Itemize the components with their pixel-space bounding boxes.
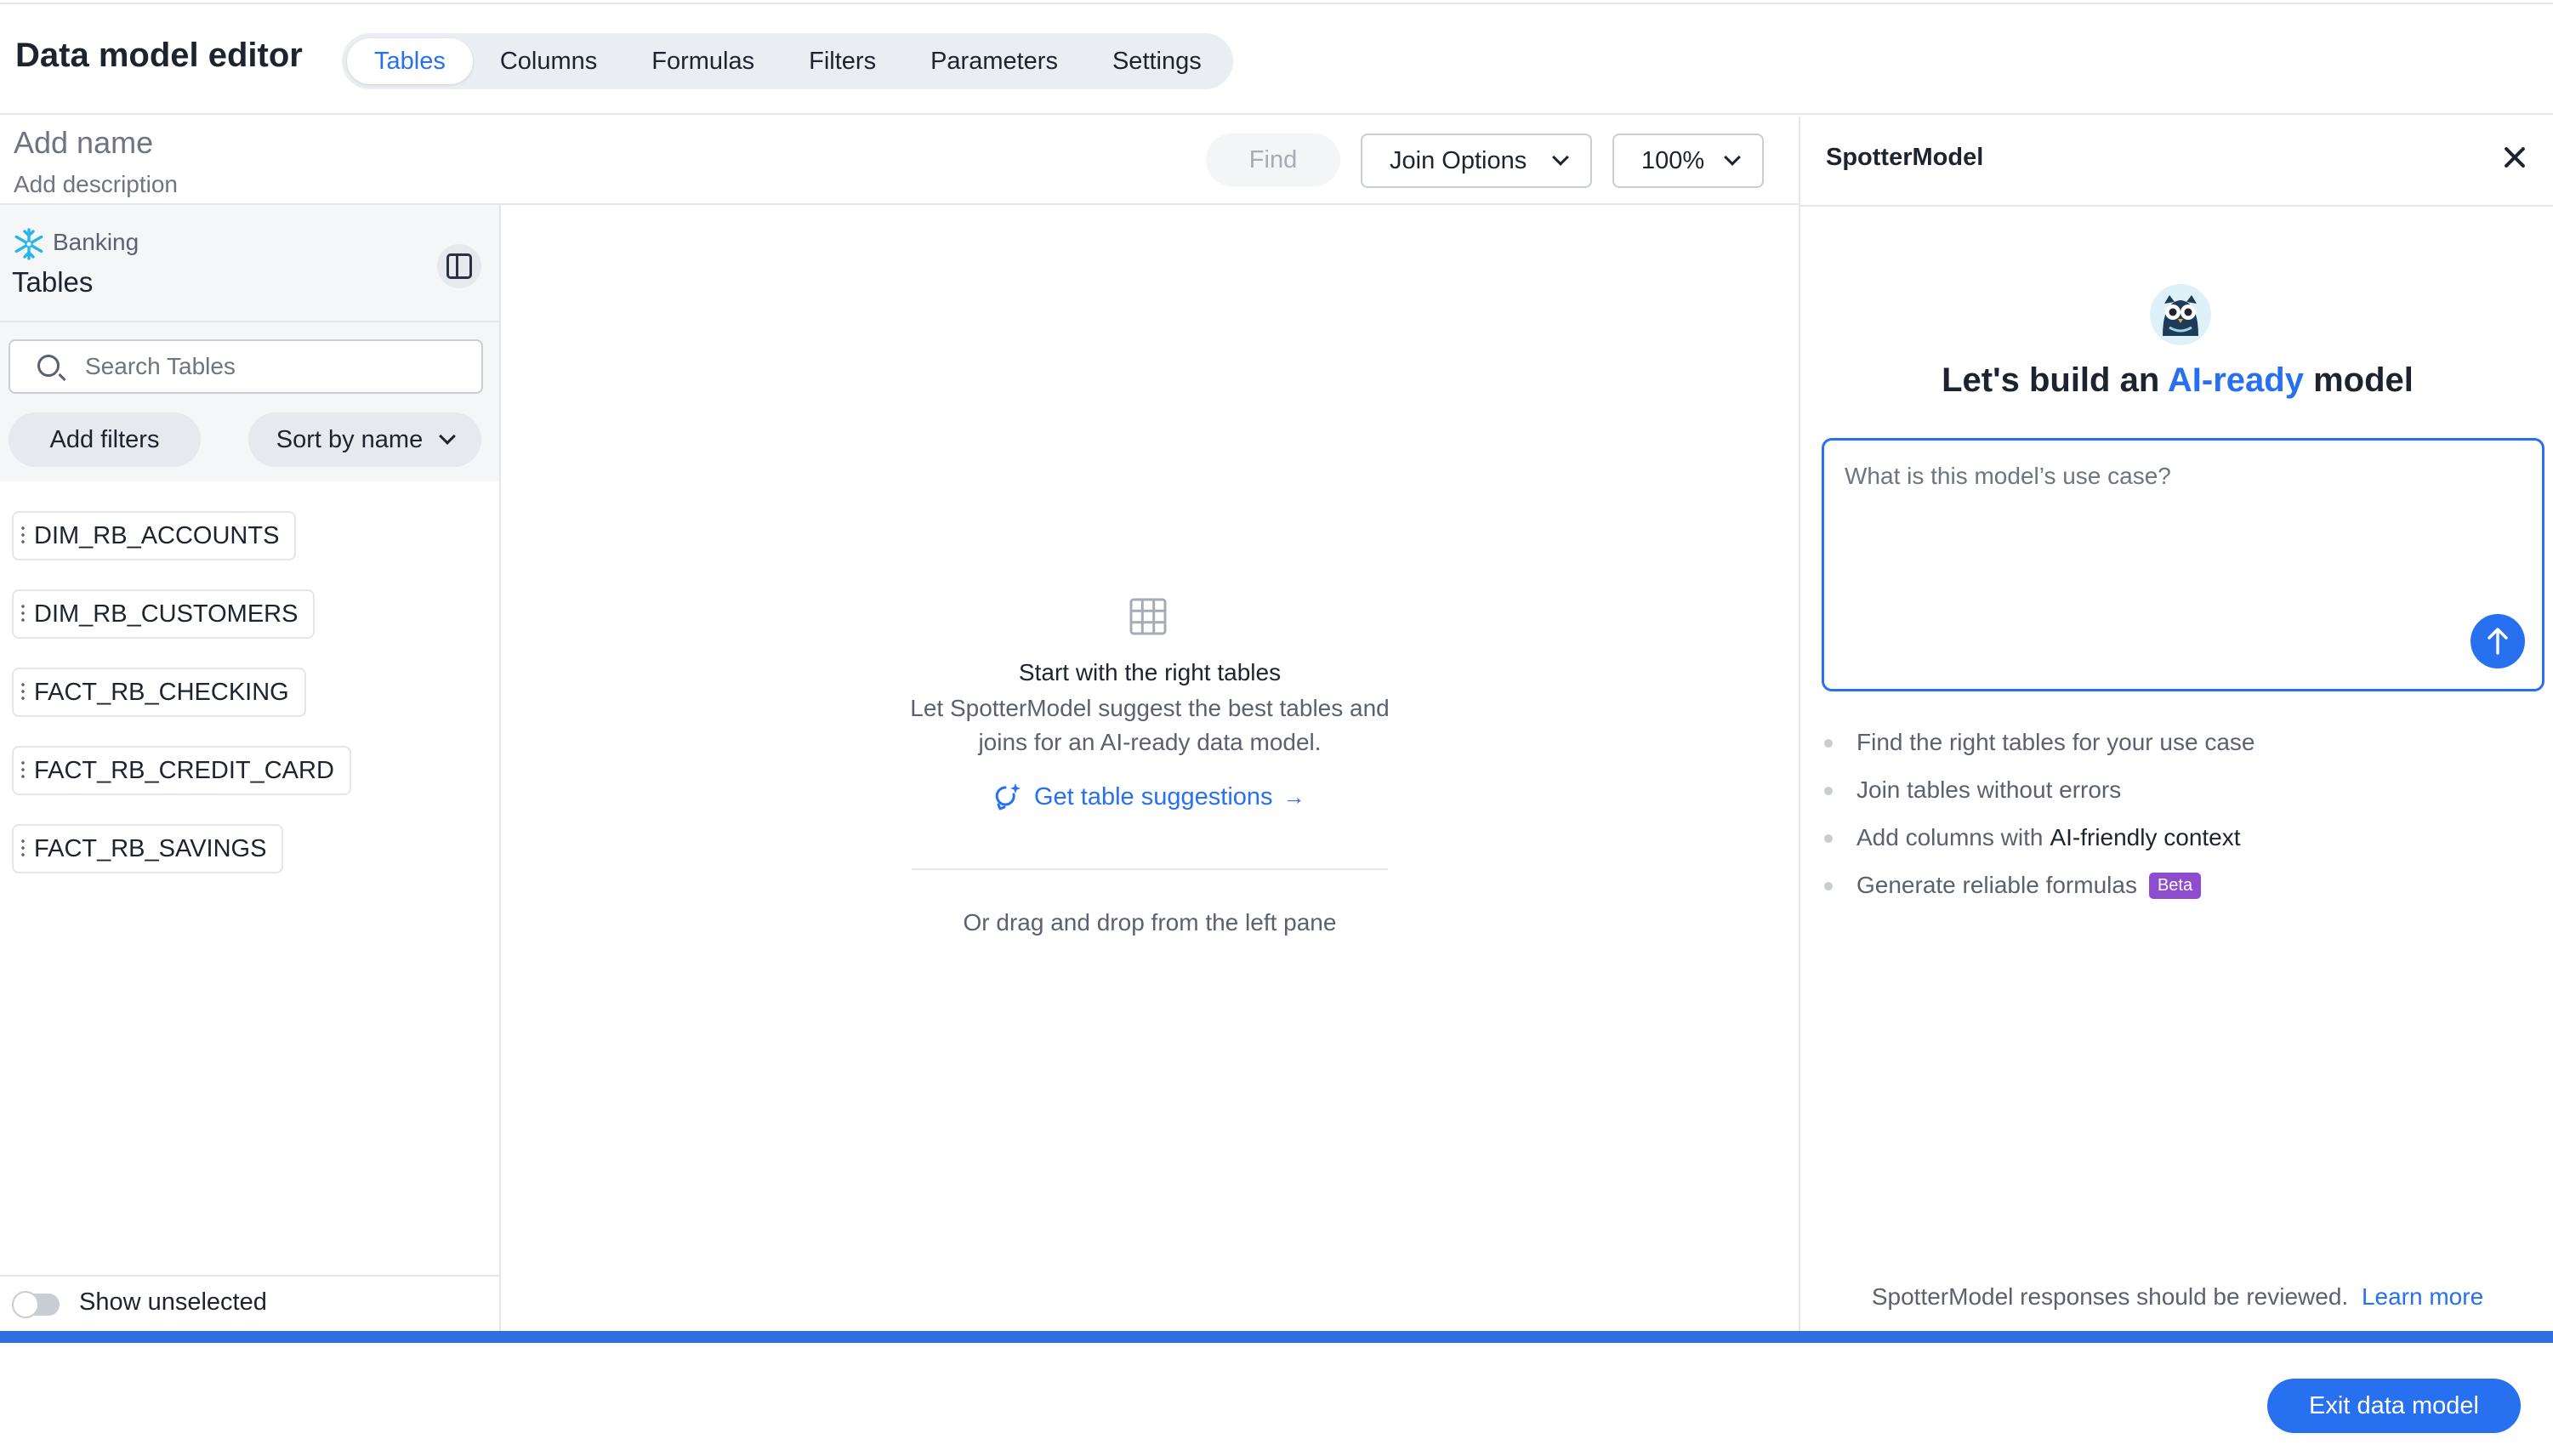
table-name: DIM_RB_ACCOUNTS — [34, 521, 280, 549]
chevron-down-icon — [1552, 149, 1569, 166]
arrow-up-icon — [2488, 628, 2508, 655]
join-options-label: Join Options — [1390, 146, 1527, 174]
headline-text: Let's build an — [1942, 361, 2160, 399]
list-item: Join tables without errors — [1822, 766, 2537, 814]
headline-accent: AI-ready — [2167, 361, 2304, 399]
zoom-dropdown[interactable]: 100% — [1612, 134, 1764, 188]
table-item[interactable]: FACT_RB_SAVINGS — [12, 824, 284, 873]
table-item[interactable]: FACT_RB_CHECKING — [12, 668, 306, 717]
drag-handle-icon[interactable] — [20, 681, 26, 703]
search-input[interactable] — [85, 350, 459, 384]
table-item[interactable]: FACT_RB_CREDIT_CARD — [12, 746, 351, 795]
tab-settings[interactable]: Settings — [1085, 38, 1229, 84]
model-description-field[interactable]: Add description — [14, 171, 178, 198]
find-button[interactable]: Find — [1206, 134, 1340, 186]
sort-dropdown[interactable]: Sort by name — [248, 412, 481, 467]
zoom-value: 100% — [1641, 146, 1705, 174]
divider — [1800, 205, 2553, 207]
get-table-suggestions-link[interactable]: Get table suggestions → — [995, 780, 1305, 814]
sort-label: Sort by name — [276, 425, 424, 453]
join-options-dropdown[interactable]: Join Options — [1361, 134, 1592, 188]
data-source-name: Banking — [53, 229, 139, 255]
divider — [912, 868, 1388, 870]
feature-text: Join tables without errors — [1856, 776, 2122, 803]
list-item: Generate reliable formulas Beta — [1822, 862, 2537, 909]
drag-handle-icon[interactable] — [20, 525, 26, 547]
assistant-headline: Let's build an AI-ready model — [1800, 361, 2553, 400]
add-filters-button[interactable]: Add filters — [9, 412, 201, 467]
tables-pane-title: Tables — [12, 266, 94, 298]
tab-columns[interactable]: Columns — [473, 38, 624, 84]
editor-header: Data model editor Tables Columns Formula… — [0, 4, 2553, 115]
table-name: DIM_RB_CUSTOMERS — [34, 600, 299, 628]
toggle-knob — [12, 1291, 39, 1318]
sparkle-refresh-icon — [995, 783, 1021, 810]
chevron-down-icon — [439, 428, 457, 445]
use-case-input[interactable] — [1845, 463, 2508, 514]
table-name: FACT_RB_SAVINGS — [34, 834, 267, 862]
table-name: FACT_RB_CHECKING — [34, 678, 289, 706]
snowflake-icon — [14, 228, 43, 260]
tables-pane-header: Banking Tables Add filters Sort by name — [0, 205, 499, 481]
model-canvas[interactable]: Start with the right tables Let SpotterM… — [502, 205, 1798, 1331]
table-name: FACT_RB_CREDIT_CARD — [34, 756, 334, 784]
list-item: Add columns with AI-friendly context — [1822, 814, 2537, 862]
empty-state-title: Start with the right tables — [1018, 659, 1282, 685]
show-unselected-label: Show unselected — [79, 1288, 267, 1316]
drag-handle-icon[interactable] — [20, 759, 26, 782]
feature-text: Generate reliable formulas — [1856, 872, 2137, 898]
model-name-bar: Add name Add description Find Join Optio… — [0, 117, 1799, 205]
tab-filters[interactable]: Filters — [782, 38, 903, 84]
search-icon — [37, 355, 60, 377]
headline-text-end: model — [2313, 361, 2414, 399]
assistant-title: SpotterModel — [1826, 144, 1984, 171]
show-unselected-toggle[interactable] — [12, 1291, 60, 1318]
empty-state-description: Let SpotterModel suggest the best tables… — [910, 695, 1390, 755]
feature-text: Add columns with — [1856, 824, 2044, 850]
list-item: Find the right tables for your use case — [1822, 719, 2537, 766]
feature-list: Find the right tables for your use case … — [1822, 719, 2537, 909]
divider — [0, 1275, 499, 1277]
page-title: Data model editor — [15, 37, 303, 74]
prompt-box — [1822, 438, 2544, 691]
get-table-suggestions-label: Get table suggestions — [1034, 782, 1273, 810]
tab-parameters[interactable]: Parameters — [903, 38, 1085, 84]
drag-handle-icon[interactable] — [20, 838, 26, 860]
table-item[interactable]: DIM_RB_CUSTOMERS — [12, 589, 316, 639]
table-grid-icon — [1129, 598, 1167, 635]
collapse-pane-button[interactable] — [437, 244, 481, 288]
assistant-disclaimer: SpotterModel responses should be reviewe… — [1800, 1283, 2553, 1311]
progress-bar — [0, 1331, 2553, 1343]
divider — [0, 321, 499, 322]
drag-drop-hint: Or drag and drop from the left pane — [963, 909, 1337, 936]
sidebar-toggle-icon — [446, 253, 472, 279]
table-item[interactable]: DIM_RB_ACCOUNTS — [12, 511, 297, 560]
spotter-assistant-panel: SpotterModel Let's build an AI-ready mod… — [1799, 117, 2553, 1331]
learn-more-link[interactable]: Learn more — [2362, 1283, 2483, 1310]
tab-bar: Tables Columns Formulas Filters Paramete… — [342, 33, 1233, 89]
chevron-down-icon — [1724, 149, 1741, 166]
tab-formulas[interactable]: Formulas — [624, 38, 782, 84]
model-name-field[interactable]: Add name — [14, 125, 153, 161]
feature-emphasis: AI-friendly context — [2050, 824, 2241, 850]
exit-data-model-button[interactable]: Exit data model — [2267, 1379, 2521, 1433]
feature-text: Find the right tables for your use case — [1856, 729, 2255, 755]
bottom-action-bar: Exit data model — [0, 1343, 2553, 1456]
beta-badge: Beta — [2148, 872, 2202, 899]
tab-tables[interactable]: Tables — [347, 38, 473, 84]
close-icon[interactable] — [2498, 140, 2532, 174]
tables-pane: Banking Tables Add filters Sort by name … — [0, 205, 501, 1331]
search-tables-box — [9, 339, 483, 394]
send-button[interactable] — [2471, 614, 2525, 668]
spotter-owl-icon — [2150, 284, 2211, 345]
disclaimer-text: SpotterModel responses should be reviewe… — [1871, 1283, 2349, 1310]
drag-handle-icon[interactable] — [20, 603, 26, 625]
arrow-right-icon: → — [1282, 783, 1305, 810]
